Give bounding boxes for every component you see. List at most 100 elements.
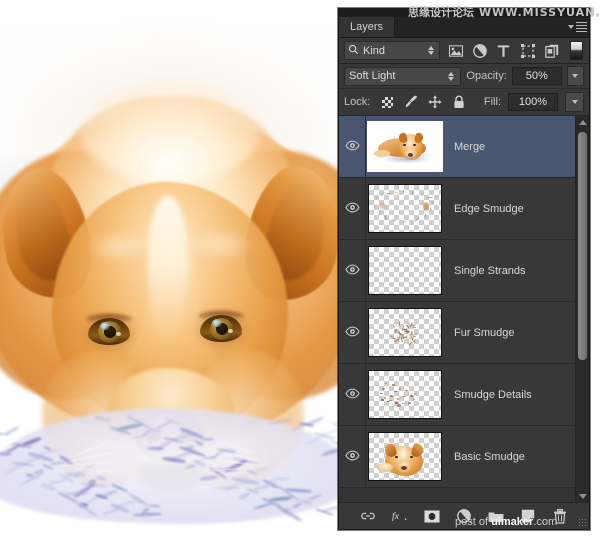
svg-text:fx: fx: [392, 511, 400, 522]
watermark-bottom-brand: uimaker: [491, 516, 534, 528]
filter-kind-label: Kind: [363, 44, 386, 57]
lock-label: Lock:: [344, 96, 371, 108]
layer-thumbnail[interactable]: [367, 121, 443, 172]
lock-row[interactable]: Lock: Fill: 100%: [339, 89, 589, 116]
opacity-slider-button[interactable]: [566, 66, 584, 86]
layer-thumbnail-cell[interactable]: [366, 246, 444, 295]
watermark-bottom-prefix: post of: [455, 516, 492, 528]
adjustment-layer-filter-icon[interactable]: [472, 43, 487, 58]
layer-visibility-toggle[interactable]: [339, 426, 366, 487]
eye-icon: [344, 202, 360, 216]
add-layer-mask-icon[interactable]: [424, 508, 440, 524]
eye-icon: [344, 140, 360, 154]
layer-visibility-toggle[interactable]: [339, 178, 366, 239]
layer-row-smudge-details[interactable]: Smudge Details: [339, 364, 575, 426]
link-layers-icon[interactable]: [360, 508, 376, 524]
blanket-strand: [201, 437, 215, 442]
scroll-track[interactable]: [576, 128, 589, 490]
layer-thumbnail-cell[interactable]: [366, 121, 444, 172]
layer-visibility-toggle[interactable]: [339, 240, 366, 301]
layer-thumbnail[interactable]: [368, 246, 442, 295]
layer-thumbnail[interactable]: [368, 184, 442, 233]
layer-thumbnail[interactable]: [368, 370, 442, 419]
scroll-up-arrow[interactable]: [576, 116, 589, 128]
scroll-down-arrow[interactable]: [576, 490, 589, 502]
layer-visibility-toggle[interactable]: [339, 364, 366, 425]
panel-tab-bar[interactable]: Layers: [339, 17, 589, 38]
lock-position-icon[interactable]: [428, 95, 442, 109]
lock-image-pixels-icon[interactable]: [404, 95, 418, 109]
tab-bar-filler: [395, 17, 565, 37]
filter-kind-select[interactable]: Kind: [344, 41, 440, 60]
layer-row-edge-smudge[interactable]: Edge Smudge: [339, 178, 575, 240]
fill-value[interactable]: 100%: [508, 93, 558, 111]
watermark-top-cn: 思缘设计论坛: [408, 6, 474, 19]
layer-thumbnail-cell[interactable]: [366, 432, 444, 481]
layers-panel[interactable]: Layers Kind Soft Light Opacity: 50% Lock…: [338, 8, 590, 530]
fill-slider-button[interactable]: [565, 92, 584, 112]
layer-name[interactable]: Basic Smudge: [444, 451, 575, 463]
blanket-strand: [65, 473, 86, 477]
layer-thumbnail[interactable]: [368, 432, 442, 481]
dog-brow-right: [186, 228, 254, 262]
layer-filter-row[interactable]: Kind: [339, 38, 589, 64]
blend-mode-select[interactable]: Soft Light: [344, 66, 462, 86]
layer-style-fx-icon[interactable]: fx: [392, 508, 408, 524]
chevron-down-icon: [567, 25, 574, 29]
watermark-bottom: post of uimaker.com: [455, 516, 557, 528]
type-layer-filter-icon[interactable]: [496, 43, 511, 58]
layer-thumbnail-cell[interactable]: [366, 370, 444, 419]
layer-name[interactable]: Merge: [444, 141, 575, 153]
panel-menu-button[interactable]: [565, 17, 589, 37]
blend-mode-row[interactable]: Soft Light Opacity: 50%: [339, 64, 589, 89]
pixel-layer-filter-icon[interactable]: [448, 43, 463, 58]
dog-eye-right: [192, 307, 250, 351]
blanket-strand: [215, 487, 240, 489]
layer-row-single-strands[interactable]: Single Strands: [339, 240, 575, 302]
smart-object-filter-icon[interactable]: [544, 43, 559, 58]
watermark-bottom-suffix: .com: [533, 516, 558, 528]
layers-list[interactable]: Merge Edge Smudge Single Strands Fur Smudge…: [339, 116, 575, 502]
watermark-top-url: WWW.MISSYUAN.COM: [479, 6, 600, 19]
lock-buttons[interactable]: [380, 95, 466, 109]
layer-thumbnail-art: [369, 123, 441, 170]
dog-brow-left: [86, 230, 154, 264]
layer-visibility-toggle[interactable]: [339, 302, 366, 363]
layer-visibility-toggle[interactable]: [339, 116, 366, 177]
layer-name[interactable]: Fur Smudge: [444, 327, 575, 339]
canvas-area[interactable]: [0, 0, 338, 540]
filter-type-icons[interactable]: [448, 43, 559, 58]
layers-scrollbar[interactable]: [575, 116, 589, 502]
eyelid-right: [198, 311, 244, 321]
layer-thumbnail-cell[interactable]: [366, 308, 444, 357]
shape-layer-filter-icon[interactable]: [520, 43, 535, 58]
panel-resize-grip[interactable]: [578, 518, 587, 527]
layer-thumbnail-cell[interactable]: [366, 184, 444, 233]
lock-all-icon[interactable]: [452, 95, 466, 109]
layer-row-fur-smudge[interactable]: Fur Smudge: [339, 302, 575, 364]
eye-icon: [344, 326, 360, 340]
lock-transparent-pixels-icon[interactable]: [380, 95, 394, 109]
layer-row-merge[interactable]: Merge: [339, 116, 575, 178]
layer-name[interactable]: Single Strands: [444, 265, 575, 277]
dog-back-highlight: [80, 82, 260, 182]
layer-thumbnail[interactable]: [368, 308, 442, 357]
layer-row-basic-smudge[interactable]: Basic Smudge: [339, 426, 575, 488]
filter-enable-toggle[interactable]: [570, 41, 583, 60]
opacity-value[interactable]: 50%: [511, 67, 562, 85]
blanket: [0, 408, 338, 524]
tab-layers[interactable]: Layers: [339, 17, 396, 37]
blend-mode-stepper[interactable]: [448, 71, 456, 81]
layer-name[interactable]: Edge Smudge: [444, 203, 575, 215]
blanket-strand: [0, 432, 11, 436]
layer-name[interactable]: Smudge Details: [444, 389, 575, 401]
eyelid-left: [86, 314, 132, 324]
layer-thumbnail-art: [369, 247, 441, 294]
layers-list-container[interactable]: Merge Edge Smudge Single Strands Fur Smudge…: [339, 116, 589, 502]
scroll-thumb[interactable]: [578, 132, 587, 361]
fill-label: Fill:: [483, 96, 501, 108]
eye-icon: [344, 264, 360, 278]
search-icon: [348, 44, 359, 58]
hamburger-menu-icon: [575, 22, 587, 32]
filter-kind-stepper[interactable]: [428, 46, 436, 55]
